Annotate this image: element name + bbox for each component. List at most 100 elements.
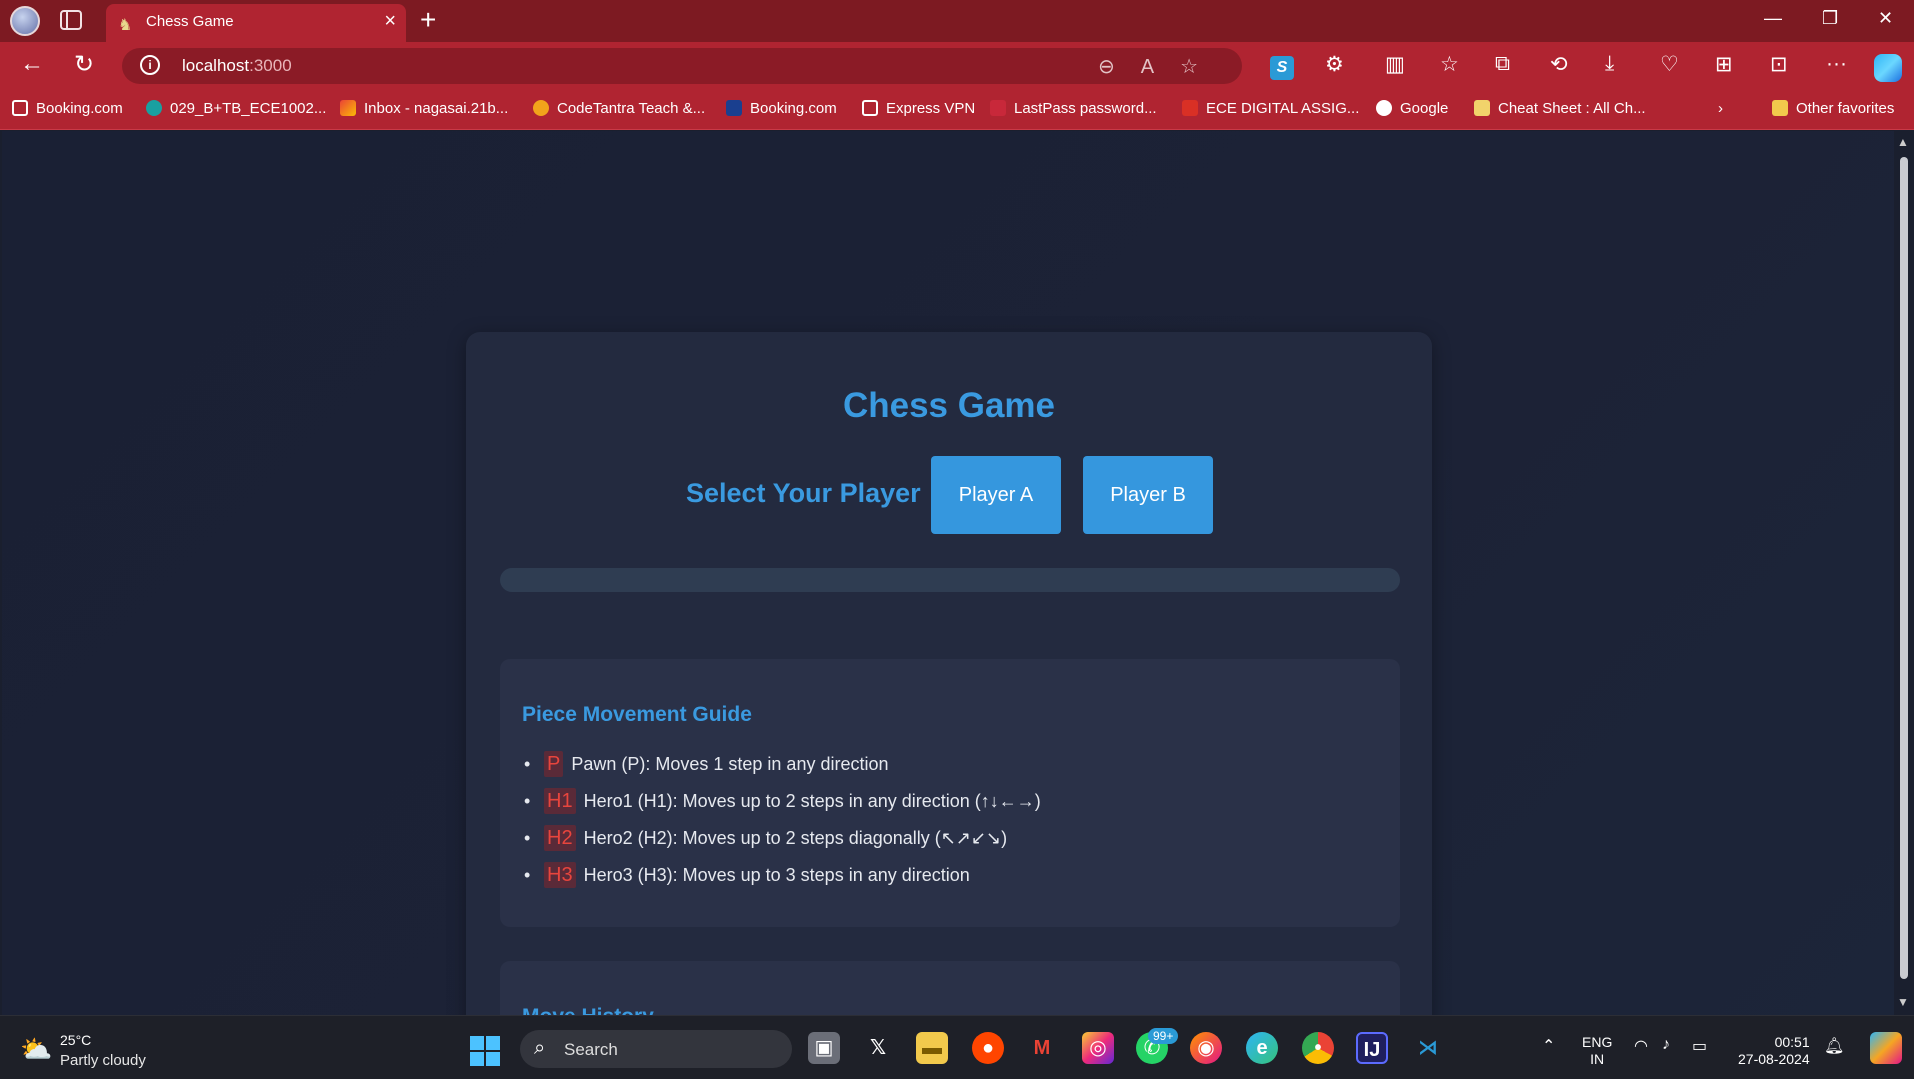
weather-temp[interactable]: 25°C [60,1032,91,1048]
address-toolbar: ← ↻ i localhost:3000 ⊖A☆ S ⚙ ▥ ☆ ⧉ ⟲ ⤓ ♡… [0,42,1914,90]
bookmark-item[interactable]: Inbox - nagasai.21b... [340,100,508,117]
chess-favicon-icon: ♞ [118,17,133,34]
taskbar: ⛅ 25°C Partly cloudy ⌕ Search ▣ 𝕏 ▬ ● M … [0,1015,1914,1079]
more-menu-icon[interactable]: ··· [1826,52,1847,76]
close-window-button[interactable]: ✕ [1878,8,1893,29]
page-scrollbar[interactable]: ▲ ▼ [1894,131,1914,1015]
instagram-icon[interactable]: ◎ [1082,1032,1114,1064]
bookmark-item[interactable]: Booking.com [12,100,123,117]
list-item: H2 Hero2 (H2): Moves up to 2 steps diagon… [522,823,1041,860]
extensions-icon[interactable]: ⚙ [1325,52,1344,77]
list-item: P Pawn (P): Moves 1 step in any direction [522,749,1041,786]
lastpass-icon [990,100,1006,116]
browser-titlebar: ♞ Chess Game × + — ❐ ✕ [0,0,1914,42]
split-screen-icon[interactable]: ▥ [1385,52,1405,77]
language-indicator[interactable]: ENG IN [1582,1034,1612,1068]
battery-icon[interactable]: ▭ [1692,1036,1707,1056]
favorites-icon[interactable]: ☆ [1440,52,1459,77]
wifi-icon[interactable]: ◠ [1634,1036,1648,1056]
player-b-button[interactable]: Player B [1083,456,1213,534]
history-icon[interactable]: ⟲ [1550,52,1568,77]
page-title: Chess Game [842,386,1056,425]
booking-icon [726,100,742,116]
start-icon[interactable] [470,1036,500,1066]
apps-icon[interactable]: ⊞ [1715,52,1733,77]
notification-bell-icon[interactable]: 🔔︎ [1824,1036,1844,1056]
bookmark-item[interactable]: Google [1376,100,1448,117]
chrome-icon[interactable]: • [1302,1032,1334,1064]
piece-description: Hero3 (H3): Moves up to 3 steps in any d… [583,865,970,885]
x-app-icon[interactable]: 𝕏 [862,1032,894,1064]
game-container: Chess Game Select Your Player Player A P… [466,332,1432,1079]
cheatsheet-icon [1474,100,1490,116]
profile-avatar[interactable] [10,6,40,36]
bookmarks-overflow-icon[interactable]: › [1718,100,1723,117]
piece-description: Hero1 (H1): Moves up to 2 steps in any d… [583,791,1041,811]
tray-chevron-icon[interactable]: ⌃ [1542,1036,1555,1056]
search-icon: ⌕ [534,1037,546,1059]
bookmark-folder[interactable]: Other favorites [1772,100,1894,117]
weather-desc[interactable]: Partly cloudy [60,1052,146,1069]
scroll-down-icon[interactable]: ▼ [1897,995,1909,1009]
page-icon [12,100,28,116]
downloads-icon[interactable]: ⤓ [1605,52,1614,76]
piece-tag: P [544,751,564,777]
scroll-up-icon[interactable]: ▲ [1897,135,1909,149]
address-bar[interactable]: i localhost:3000 ⊖A☆ [122,48,1242,84]
list-item: H3 Hero3 (H3): Moves up to 3 steps in any… [522,860,1041,897]
piece-list: P Pawn (P): Moves 1 step in any direction… [522,749,1041,897]
bookmark-item[interactable]: ECE DIGITAL ASSIG... [1182,100,1359,117]
copilot-icon[interactable] [1874,54,1902,82]
url-text[interactable]: localhost:3000 [182,56,292,76]
collections-icon[interactable]: ⧉ [1495,52,1510,76]
volume-icon[interactable]: ♪ [1662,1036,1670,1054]
intellij-icon[interactable]: IJ [1356,1032,1388,1064]
copilot-taskbar-icon[interactable] [1870,1032,1902,1064]
task-view-icon[interactable]: ▣ [808,1032,840,1064]
piece-tag: H1 [544,788,576,814]
vscode-icon[interactable]: ⋊ [1412,1032,1444,1064]
bookmark-item[interactable]: Booking.com [726,100,837,117]
omnibox-actions[interactable]: ⊖A☆ [1098,54,1224,79]
bookmarks-bar: Booking.com 029_B+TB_ECE1002... Inbox - … [0,90,1914,130]
pdf-icon [1182,100,1198,116]
file-explorer-icon[interactable]: ▬ [916,1032,948,1064]
tab-actions-icon[interactable] [60,10,82,30]
taskbar-search[interactable]: ⌕ Search [520,1030,792,1068]
bookmark-item[interactable]: CodeTantra Teach &... [533,100,705,117]
firefox-icon[interactable]: ◉ [1190,1032,1222,1064]
reddit-icon[interactable]: ● [972,1032,1004,1064]
gmail-icon [340,100,356,116]
bookmark-item[interactable]: Express VPN [862,100,975,117]
site-info-icon[interactable]: i [140,55,160,75]
page-icon [862,100,878,116]
scroll-thumb[interactable] [1900,157,1908,979]
movement-guide: Piece Movement Guide P Pawn (P): Moves 1 … [500,659,1400,927]
guide-title: Piece Movement Guide [522,703,752,726]
gmail-app-icon[interactable]: M [1026,1032,1058,1064]
edge-icon[interactable]: e [1246,1032,1278,1064]
tab-close-icon[interactable]: × [384,10,396,33]
new-tab-button[interactable]: + [420,4,436,36]
bookmark-item[interactable]: LastPass password... [990,100,1157,117]
screenshot-icon[interactable]: ⊡ [1770,52,1788,77]
back-icon[interactable]: ← [20,50,44,78]
weather-icon[interactable]: ⛅ [20,1034,52,1065]
refresh-icon[interactable]: ↻ [74,50,94,79]
browser-tab[interactable]: ♞ Chess Game × [106,4,406,42]
tab-title: Chess Game [146,13,234,30]
player-a-button[interactable]: Player A [931,456,1061,534]
extension-s-icon[interactable]: S [1270,56,1294,80]
codetantra-icon [533,100,549,116]
clock[interactable]: 00:51 27-08-2024 [1738,1034,1810,1068]
bookmark-item[interactable]: Cheat Sheet : All Ch... [1474,100,1646,117]
page-viewport: Chess Game Select Your Player Player A P… [2,131,1894,1079]
search-placeholder: Search [564,1040,618,1059]
piece-description: Pawn (P): Moves 1 step in any direction [571,754,889,774]
bookmark-item[interactable]: 029_B+TB_ECE1002... [146,100,326,117]
folder-icon [1772,100,1788,116]
sharepoint-icon [146,100,162,116]
minimize-button[interactable]: — [1764,8,1782,29]
performance-icon[interactable]: ♡ [1660,52,1679,77]
restore-button[interactable]: ❐ [1822,8,1838,29]
